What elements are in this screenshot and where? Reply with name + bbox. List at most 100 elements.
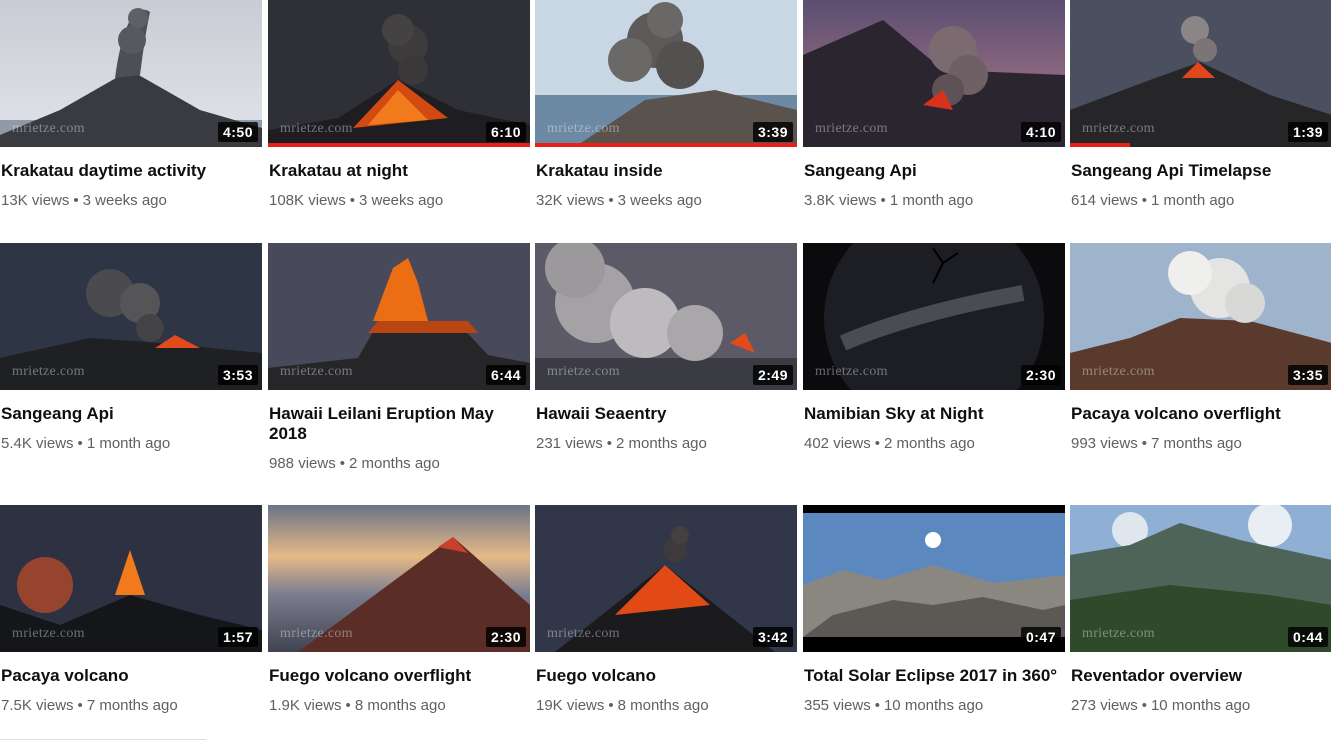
watermark: mrietze.com — [12, 626, 85, 641]
watermark: mrietze.com — [12, 121, 85, 136]
video-card[interactable]: mrietze.com 2:30 Fuego volcano overfligh… — [268, 505, 530, 716]
view-count: 988 views — [269, 455, 336, 472]
video-thumbnail[interactable]: mrietze.com 6:44 — [268, 243, 530, 390]
duration-badge: 3:35 — [1287, 365, 1328, 385]
video-title[interactable]: Total Solar Eclipse 2017 in 360° — [804, 666, 1066, 686]
video-meta: 13K views • 3 weeks ago — [1, 191, 262, 211]
video-thumbnail[interactable]: mrietze.com 3:53 — [0, 243, 262, 390]
video-title[interactable]: Sangeang Api Timelapse — [1071, 161, 1331, 181]
watermark: mrietze.com — [547, 626, 620, 641]
meta-separator: • — [880, 192, 886, 209]
video-card[interactable]: mrietze.com 6:10 Krakatau at night 108K … — [268, 0, 530, 211]
meta-separator: • — [345, 697, 351, 714]
video-meta: 993 views • 7 months ago — [1071, 434, 1331, 454]
meta-separator: • — [874, 697, 880, 714]
video-meta: 7.5K views • 7 months ago — [1, 696, 262, 716]
watermark: mrietze.com — [280, 121, 353, 136]
upload-age: 3 weeks ago — [82, 192, 167, 209]
duration-badge: 3:42 — [752, 627, 793, 647]
video-thumbnail[interactable]: mrietze.com 4:10 — [803, 0, 1065, 147]
video-thumbnail[interactable]: mrietze.com 4:50 — [0, 0, 262, 147]
view-count: 13K views — [1, 192, 70, 209]
video-thumbnail[interactable]: 0:47 — [803, 505, 1065, 652]
video-card[interactable]: mrietze.com 4:50 Krakatau daytime activi… — [0, 0, 262, 211]
video-meta: 231 views • 2 months ago — [536, 434, 797, 454]
video-thumbnail[interactable]: mrietze.com 2:30 — [803, 243, 1065, 390]
video-thumbnail[interactable]: mrietze.com 3:39 — [535, 0, 797, 147]
video-title[interactable]: Reventador overview — [1071, 666, 1331, 686]
upload-age: 2 months ago — [615, 435, 707, 452]
meta-separator: • — [608, 192, 614, 209]
meta-separator: • — [1141, 192, 1147, 209]
meta-separator: • — [349, 192, 355, 209]
video-title[interactable]: Krakatau daytime activity — [1, 161, 263, 181]
video-card[interactable]: 0:47 Total Solar Eclipse 2017 in 360° 35… — [803, 505, 1065, 716]
duration-badge: 2:30 — [485, 627, 526, 647]
video-thumbnail[interactable]: mrietze.com 1:57 — [0, 505, 262, 652]
duration-badge: 3:53 — [217, 365, 258, 385]
video-title[interactable]: Hawaii Seaentry — [536, 404, 798, 424]
video-card[interactable]: mrietze.com 1:57 Pacaya volcano 7.5K vie… — [0, 505, 262, 716]
watermark: mrietze.com — [1082, 626, 1155, 641]
video-meta: 5.4K views • 1 month ago — [1, 434, 262, 454]
video-card[interactable]: mrietze.com 3:53 Sangeang Api 5.4K views… — [0, 243, 262, 454]
video-card[interactable]: mrietze.com 6:44 Hawaii Leilani Eruption… — [268, 243, 530, 474]
meta-separator: • — [874, 435, 880, 452]
duration-badge: 3:39 — [752, 122, 793, 142]
video-title[interactable]: Hawaii Leilani Eruption May 2018 — [269, 404, 531, 444]
video-title[interactable]: Sangeang Api — [1, 404, 263, 424]
video-card[interactable]: mrietze.com 4:10 Sangeang Api 3.8K views… — [803, 0, 1065, 211]
meta-separator: • — [606, 435, 612, 452]
video-card[interactable]: mrietze.com 1:39 Sangeang Api Timelapse … — [1070, 0, 1331, 211]
watermark: mrietze.com — [1082, 121, 1155, 136]
video-card[interactable]: mrietze.com 2:49 Hawaii Seaentry 231 vie… — [535, 243, 797, 454]
upload-age: 8 months ago — [617, 697, 709, 714]
duration-badge: 6:44 — [485, 365, 526, 385]
view-count: 231 views — [536, 435, 603, 452]
video-meta: 402 views • 2 months ago — [804, 434, 1065, 454]
video-meta: 108K views • 3 weeks ago — [269, 191, 530, 211]
video-title[interactable]: Fuego volcano overflight — [269, 666, 531, 686]
duration-badge: 1:39 — [1287, 122, 1328, 142]
watch-progress-bar — [535, 143, 797, 147]
watermark: mrietze.com — [280, 364, 353, 379]
view-count: 614 views — [1071, 192, 1138, 209]
video-thumbnail[interactable]: mrietze.com 3:42 — [535, 505, 797, 652]
video-thumbnail[interactable]: mrietze.com 3:35 — [1070, 243, 1331, 390]
video-card[interactable]: mrietze.com 3:35 Pacaya volcano overflig… — [1070, 243, 1331, 454]
video-meta: 3.8K views • 1 month ago — [804, 191, 1065, 211]
video-thumbnail[interactable]: mrietze.com 2:49 — [535, 243, 797, 390]
watch-progress-bar — [1070, 143, 1131, 147]
video-card[interactable]: mrietze.com 2:30 Namibian Sky at Night 4… — [803, 243, 1065, 454]
video-title[interactable]: Krakatau inside — [536, 161, 798, 181]
video-meta: 32K views • 3 weeks ago — [536, 191, 797, 211]
duration-badge: 0:47 — [1020, 627, 1061, 647]
video-meta: 988 views • 2 months ago — [269, 454, 530, 474]
meta-separator: • — [1141, 435, 1147, 452]
watch-progress-bar — [268, 143, 530, 147]
video-thumbnail[interactable]: mrietze.com 0:44 — [1070, 505, 1331, 652]
view-count: 1.9K views — [269, 697, 342, 714]
video-title[interactable]: Krakatau at night — [269, 161, 531, 181]
video-card[interactable]: mrietze.com 0:44 Reventador overview 273… — [1070, 505, 1331, 716]
duration-badge: 2:30 — [1020, 365, 1061, 385]
video-title[interactable]: Pacaya volcano overflight — [1071, 404, 1331, 424]
video-title[interactable]: Namibian Sky at Night — [804, 404, 1066, 424]
video-title[interactable]: Pacaya volcano — [1, 666, 263, 686]
video-thumbnail[interactable]: mrietze.com 6:10 — [268, 0, 530, 147]
view-count: 32K views — [536, 192, 605, 209]
divider — [0, 739, 206, 740]
video-card[interactable]: mrietze.com 3:39 Krakatau inside 32K vie… — [535, 0, 797, 211]
video-card[interactable]: mrietze.com 3:42 Fuego volcano 19K views… — [535, 505, 797, 716]
video-thumbnail[interactable]: mrietze.com 1:39 — [1070, 0, 1331, 147]
video-title[interactable]: Sangeang Api — [804, 161, 1066, 181]
view-count: 19K views — [536, 697, 605, 714]
video-thumbnail[interactable]: mrietze.com 2:30 — [268, 505, 530, 652]
view-count: 7.5K views — [1, 697, 74, 714]
video-meta: 1.9K views • 8 months ago — [269, 696, 530, 716]
video-title[interactable]: Fuego volcano — [536, 666, 798, 686]
upload-age: 10 months ago — [1150, 697, 1251, 714]
watermark: mrietze.com — [280, 626, 353, 641]
meta-separator: • — [73, 192, 79, 209]
view-count: 993 views — [1071, 435, 1138, 452]
